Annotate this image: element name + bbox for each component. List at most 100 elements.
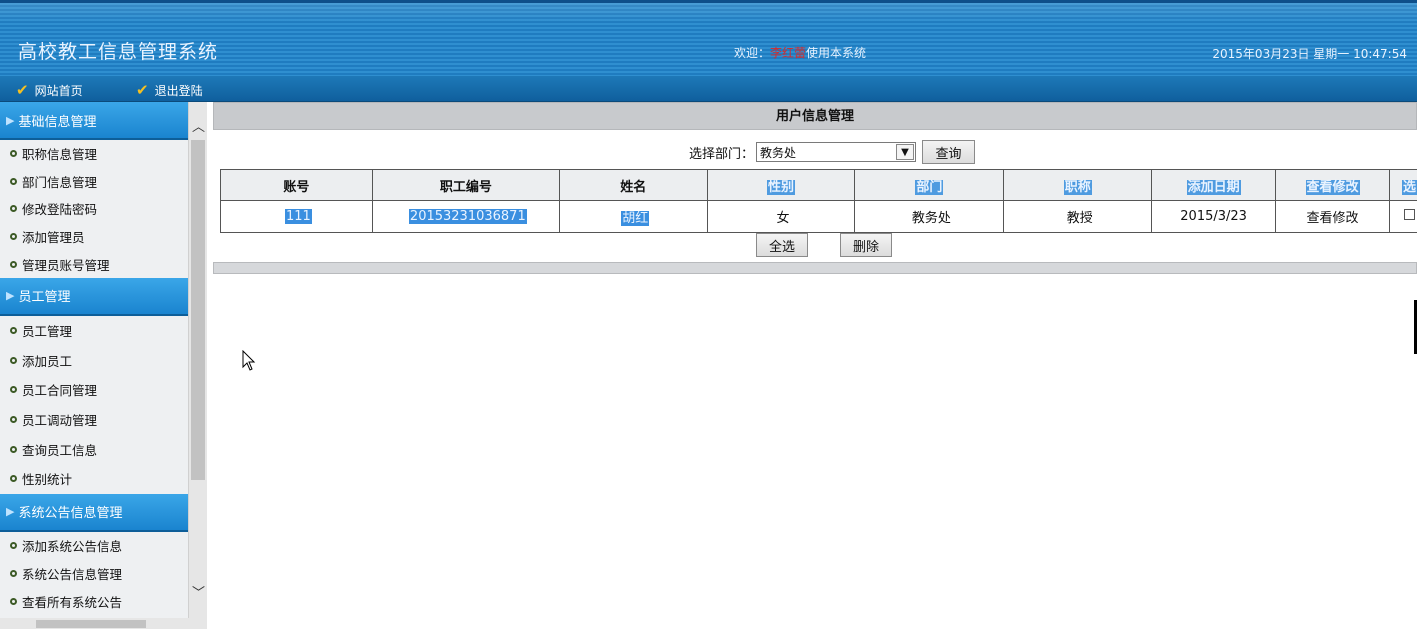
select-all-button[interactable]: 全选	[756, 233, 808, 257]
sidebar-item[interactable]: 员工合同管理	[0, 375, 188, 405]
cell-text: 胡红	[621, 211, 650, 226]
column-header-select: 选	[1388, 169, 1417, 201]
cell-text: 111	[285, 209, 312, 224]
system-title: 高校教工信息管理系统	[18, 41, 219, 63]
filter-label: 选择部门：	[689, 146, 755, 162]
bullet-icon	[10, 177, 17, 185]
column-header-department: 部门	[854, 169, 1005, 201]
group-title: 系统公告信息管理	[18, 506, 123, 522]
sidebar-horizontal-scrollbar[interactable]	[0, 618, 207, 629]
sidebar-group-header[interactable]: ▶ 员工管理	[0, 277, 188, 316]
scrollbar-thumb[interactable]	[36, 620, 146, 628]
bullet-icon	[10, 570, 17, 578]
cell-account: 111	[220, 200, 373, 233]
checkmark-icon: ✔	[16, 81, 29, 99]
sidebar-item[interactable]: 添加系统公告信息	[0, 532, 188, 560]
chevron-down-icon[interactable]: ▼	[896, 144, 915, 160]
cell-name: 胡红	[558, 200, 708, 233]
sidebar-item[interactable]: 性别统计	[0, 464, 188, 494]
sidebar-item[interactable]: 员工管理	[0, 316, 188, 346]
sidebar-item-label: 部门信息管理	[22, 174, 98, 190]
column-header-staff-id: 职工编号	[371, 169, 560, 201]
sidebar-item-label: 职称信息管理	[22, 147, 98, 163]
nav-bar: ✔ 网站首页 ✔ 退出登陆	[0, 76, 1417, 102]
column-header-gender: 性别	[706, 169, 856, 201]
datetime-display: 2015年03月23日 星期一 10:47:54	[1212, 47, 1407, 61]
home-link-label: 网站首页	[34, 83, 83, 98]
bullet-icon	[10, 150, 17, 158]
sidebar-group-header[interactable]: ▶ 基础信息管理	[0, 102, 188, 140]
department-select[interactable]: 教务处 ▼	[756, 142, 917, 162]
sidebar-item[interactable]: 部门信息管理	[0, 168, 188, 196]
sidebar-item[interactable]: 员工调动管理	[0, 405, 188, 435]
bullet-icon	[10, 598, 17, 606]
cell-department: 教务处	[854, 200, 1005, 233]
sidebar-item-label: 员工调动管理	[22, 413, 98, 429]
main-panel: 用户信息管理 选择部门： 教务处 ▼ 查询 账号 职工编号 姓名 性别 部门 职…	[213, 102, 1417, 276]
sidebar-item-label: 添加管理员	[22, 230, 85, 246]
cell-title: 教授	[1003, 200, 1153, 233]
header-text: 添加日期	[1186, 179, 1241, 195]
table-row: 111 20153231036871 胡红 女 教务处 教授 2015/3/23…	[220, 200, 1417, 233]
cell-text: 20153231036871	[408, 209, 527, 224]
sidebar-vertical-scrollbar[interactable]: ︿ ﹀	[188, 102, 207, 618]
logout-link[interactable]: ✔ 退出登陆	[136, 81, 203, 99]
delete-button[interactable]: 删除	[840, 233, 892, 257]
bullet-icon	[10, 327, 17, 335]
column-header-view-edit: 查看修改	[1275, 169, 1390, 201]
user-table: 账号 职工编号 姓名 性别 部门 职称 添加日期 查看修改 选 111 2015…	[220, 169, 1417, 233]
table-actions: 全选 删除	[756, 233, 892, 257]
column-header-added-date: 添加日期	[1151, 169, 1277, 201]
query-button[interactable]: 查询	[922, 140, 976, 164]
sidebar-item[interactable]: 系统公告信息管理	[0, 560, 188, 588]
sidebar-item-label: 系统公告信息管理	[22, 567, 123, 583]
logout-link-label: 退出登陆	[154, 83, 203, 98]
bullet-icon	[10, 260, 17, 268]
sidebar-item[interactable]: 查看所有系统公告	[0, 588, 188, 616]
home-link[interactable]: ✔ 网站首页	[16, 81, 83, 99]
department-filter: 选择部门： 教务处 ▼ 查询	[689, 140, 976, 164]
sidebar-item[interactable]: 职称信息管理	[0, 140, 188, 168]
bullet-icon	[10, 356, 17, 364]
sidebar-item-label: 查看所有系统公告	[22, 595, 123, 611]
bullet-icon	[10, 386, 17, 394]
header-text: 性别	[767, 179, 796, 195]
header-text: 部门	[915, 179, 944, 195]
department-select-value: 教务处	[760, 145, 797, 160]
sidebar-item[interactable]: 管理员账号管理	[0, 250, 188, 278]
top-header: 高校教工信息管理系统 欢迎：李红蕾使用本系统 2015年03月23日 星期一 1…	[0, 0, 1417, 76]
welcome-prefix: 欢迎：	[734, 46, 771, 60]
sidebar-item[interactable]: 添加员工	[0, 346, 188, 376]
scrollbar-thumb[interactable]	[191, 140, 205, 480]
column-header-title: 职称	[1003, 169, 1153, 201]
column-header-name: 姓名	[558, 169, 708, 201]
sidebar-item[interactable]: 查询员工信息	[0, 434, 188, 464]
bullet-icon	[10, 233, 17, 241]
cell-select	[1388, 200, 1417, 233]
cell-staff-id: 20153231036871	[371, 200, 560, 233]
chevron-down-icon[interactable]: ﹀	[191, 582, 206, 601]
group-title: 基础信息管理	[18, 114, 97, 130]
welcome-message: 欢迎：李红蕾使用本系统	[734, 44, 866, 61]
triangle-right-icon: ▶	[6, 113, 15, 127]
welcome-user: 李红蕾	[770, 46, 807, 60]
bullet-icon	[10, 542, 17, 550]
view-edit-link[interactable]: 查看修改	[1275, 200, 1390, 233]
column-header-account: 账号	[220, 169, 373, 201]
sidebar-item-label: 查询员工信息	[22, 442, 98, 458]
table-header-row: 账号 职工编号 姓名 性别 部门 职称 添加日期 查看修改 选	[220, 169, 1417, 201]
sidebar-item[interactable]: 修改登陆密码	[0, 195, 188, 223]
row-checkbox[interactable]	[1403, 209, 1415, 220]
header-text: 选	[1401, 179, 1417, 195]
cell-gender: 女	[706, 200, 856, 233]
sidebar-group-header[interactable]: ▶ 系统公告信息管理	[0, 493, 188, 532]
sidebar-item[interactable]: 添加管理员	[0, 223, 188, 251]
group-title: 员工管理	[18, 290, 71, 306]
welcome-suffix: 使用本系统	[806, 46, 867, 60]
cell-added-date: 2015/3/23	[1151, 200, 1277, 233]
sidebar-group-basic: ▶ 基础信息管理 职称信息管理 部门信息管理 修改登陆密码 添加管理员 管理员账…	[0, 102, 188, 278]
bullet-icon	[10, 475, 17, 483]
chevron-up-icon[interactable]: ︿	[191, 116, 206, 135]
checkmark-icon: ✔	[136, 81, 149, 99]
bullet-icon	[10, 205, 17, 213]
